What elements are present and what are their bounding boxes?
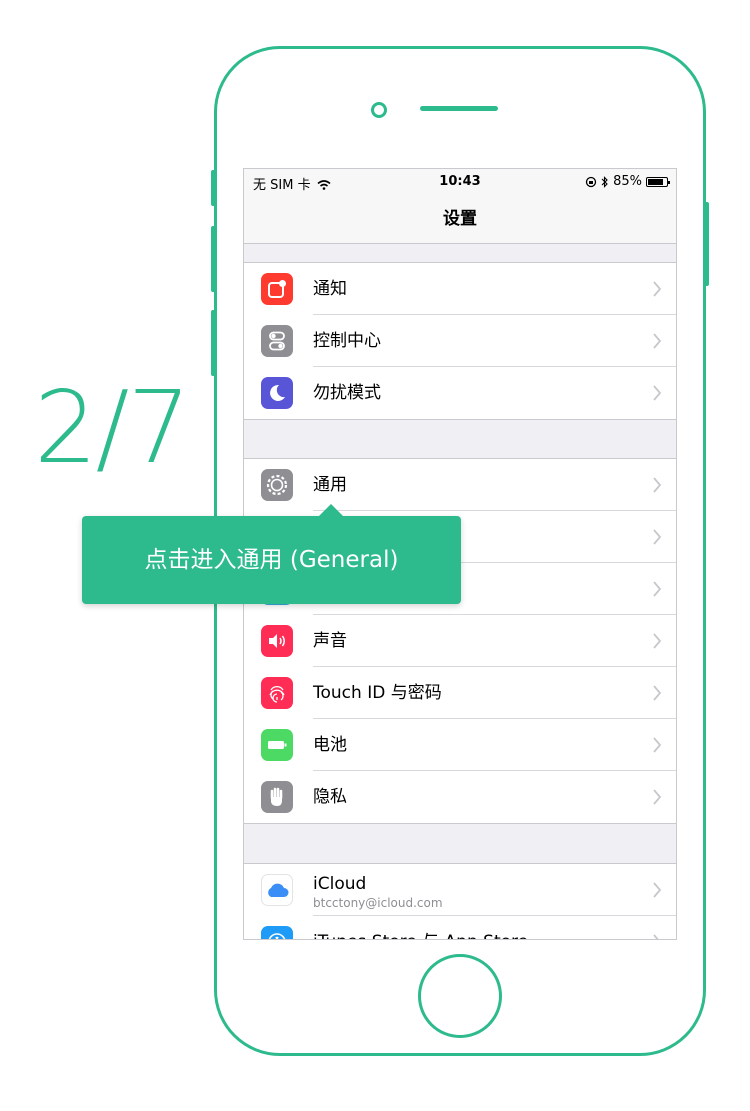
chevron-right-icon bbox=[653, 529, 662, 545]
chevron-right-icon bbox=[653, 934, 659, 939]
chevron-right-icon bbox=[653, 385, 662, 401]
app-store-icon bbox=[261, 926, 293, 939]
settings-row-label: iTunes Store 与 App Store bbox=[313, 916, 528, 939]
settings-row-icloud[interactable]: iCloud btcctony@icloud.com bbox=[244, 864, 676, 916]
gear-icon bbox=[261, 469, 293, 501]
earpiece-speaker bbox=[420, 106, 498, 111]
settings-group-1: 通知 控制中心 勿扰模式 bbox=[244, 262, 676, 420]
battery-status-icon bbox=[646, 176, 670, 187]
hand-icon bbox=[261, 781, 293, 813]
home-button[interactable] bbox=[418, 954, 502, 1038]
nav-title: 设置 bbox=[244, 195, 676, 244]
settings-row-label: Touch ID 与密码 bbox=[313, 683, 442, 703]
battery-percent: 85% bbox=[613, 174, 642, 189]
chevron-right-icon bbox=[653, 633, 662, 649]
settings-row-label: 隐私 bbox=[313, 787, 347, 807]
settings-row-do-not-disturb[interactable]: 勿扰模式 bbox=[244, 367, 676, 419]
settings-row-control-center[interactable]: 控制中心 bbox=[244, 315, 676, 367]
battery-icon bbox=[261, 729, 293, 761]
settings-row-label: 电池 bbox=[313, 735, 347, 755]
settings-row-label: 控制中心 bbox=[313, 331, 381, 351]
icloud-account-email: btcctony@icloud.com bbox=[313, 896, 443, 910]
settings-row-touch-id[interactable]: Touch ID 与密码 bbox=[244, 667, 676, 719]
settings-row-battery[interactable]: 电池 bbox=[244, 719, 676, 771]
chevron-right-icon bbox=[653, 581, 662, 597]
front-camera bbox=[371, 102, 387, 118]
chevron-right-icon bbox=[653, 281, 662, 297]
speaker-icon bbox=[261, 625, 293, 657]
chevron-right-icon bbox=[653, 685, 662, 701]
settings-row-general[interactable]: 通用 bbox=[244, 459, 676, 511]
fingerprint-icon bbox=[261, 677, 293, 709]
settings-row-label: 勿扰模式 bbox=[313, 383, 381, 403]
chevron-right-icon bbox=[653, 333, 662, 349]
moon-icon bbox=[261, 377, 293, 409]
tutorial-tooltip: 点击进入通用 (General) bbox=[82, 504, 461, 604]
settings-group-2: 通用 声音 Touch ID 与密码 电池 隐私 bbox=[244, 458, 676, 824]
settings-row-notifications[interactable]: 通知 bbox=[244, 263, 676, 315]
settings-row-label: iCloud bbox=[313, 874, 367, 894]
settings-row-privacy[interactable]: 隐私 bbox=[244, 771, 676, 823]
chevron-right-icon bbox=[653, 477, 662, 493]
control-center-icon bbox=[261, 325, 293, 357]
chevron-right-icon bbox=[653, 789, 662, 805]
settings-row-label: 通知 bbox=[313, 279, 347, 299]
orientation-lock-icon bbox=[585, 176, 597, 187]
step-counter: 2/7 bbox=[34, 369, 191, 486]
settings-row-label: 声音 bbox=[313, 631, 347, 651]
status-indicators: 85% bbox=[585, 174, 670, 189]
settings-row-itunes-app-store[interactable]: iTunes Store 与 App Store bbox=[244, 916, 676, 939]
chevron-right-icon bbox=[653, 882, 662, 898]
icloud-icon bbox=[261, 874, 293, 906]
settings-group-3: iCloud btcctony@icloud.com iTunes Store … bbox=[244, 863, 676, 939]
bluetooth-icon bbox=[601, 175, 608, 188]
notifications-icon bbox=[261, 273, 293, 305]
settings-row-sounds[interactable]: 声音 bbox=[244, 615, 676, 667]
status-bar: 无 SIM 卡 10:43 85% bbox=[244, 169, 676, 195]
chevron-right-icon bbox=[653, 737, 662, 753]
